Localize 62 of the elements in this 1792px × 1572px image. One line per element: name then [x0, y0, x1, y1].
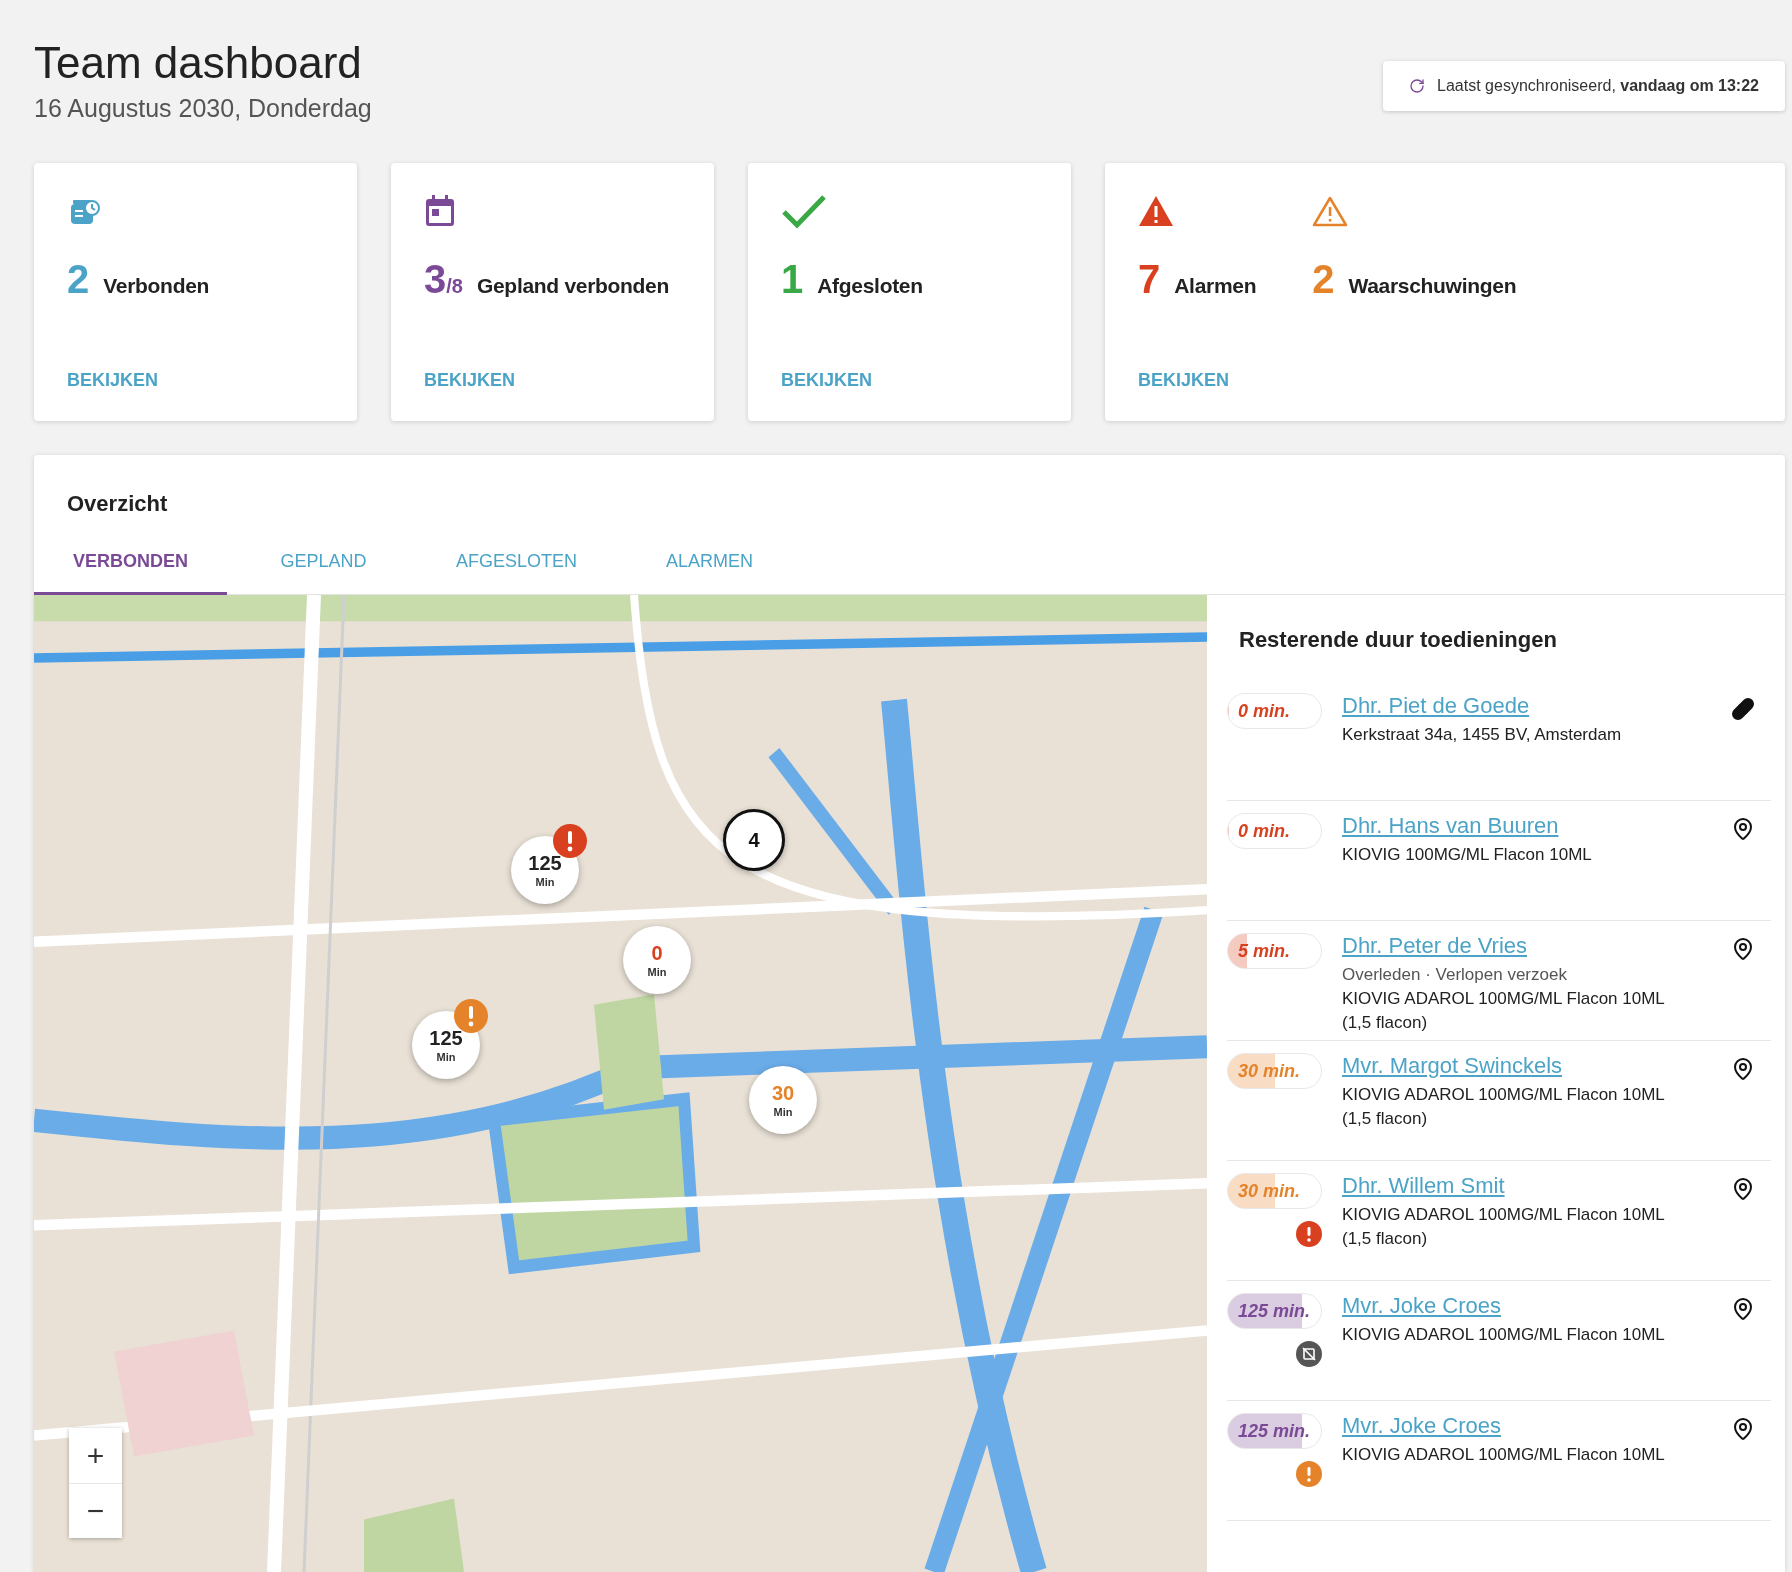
location-pin-icon[interactable]	[1731, 817, 1755, 841]
list-title: Resterende duur toedieningen	[1238, 626, 1558, 654]
stat-value: 3	[424, 257, 447, 302]
duration-text: 0 min.	[1237, 820, 1290, 842]
view-link[interactable]: BEKIJKEN	[1138, 370, 1230, 391]
location-pin-icon[interactable]	[1731, 1177, 1755, 1201]
stat-value: 2	[1312, 257, 1335, 302]
patient-name-link[interactable]: Dhr. Peter de Vries	[1342, 933, 1528, 959]
warning-triangle-icon	[1312, 195, 1349, 227]
location-pin-icon[interactable]	[1731, 1297, 1755, 1321]
duration-text: 125 min.	[1237, 1300, 1311, 1322]
location-pin-icon[interactable]	[1731, 1417, 1755, 1441]
duration-text: 30 min.	[1237, 1180, 1301, 1202]
patient-name-link[interactable]: Mvr. Joke Croes	[1342, 1413, 1501, 1439]
refresh-icon[interactable]	[1409, 78, 1426, 94]
detail-text: (1,5 flacon)	[1342, 1013, 1429, 1033]
location-pin-icon[interactable]	[1731, 1057, 1755, 1081]
stat-label: Gepland verbonden	[476, 274, 670, 298]
sync-status-text: Laatst gesynchroniseerd, vandaag om 13:22	[1437, 77, 1759, 95]
duration-text: 30 min.	[1237, 1060, 1301, 1082]
view-link[interactable]: BEKIJKEN	[67, 370, 159, 391]
zoom-out-button[interactable]: −	[69, 1483, 122, 1538]
location-pin-icon[interactable]	[1731, 937, 1755, 961]
patient-name-link[interactable]: Mvr. Margot Swinckels	[1342, 1053, 1563, 1079]
duration-text: 0 min.	[1237, 700, 1290, 722]
stat-label: Waarschuwingen	[1348, 274, 1517, 298]
stat-label: Alarmen	[1174, 274, 1257, 298]
patient-name-link[interactable]: Dhr. Hans van Buuren	[1342, 813, 1559, 839]
stat-value: 7	[1138, 257, 1161, 302]
warning-triangle-icon	[1138, 195, 1174, 227]
detail-text: KIOVIG ADAROL 100MG/ML Flacon 10ML	[1342, 1325, 1666, 1345]
panel-title: Overzicht	[66, 490, 169, 517]
checkmark-icon	[781, 193, 827, 229]
tab[interactable]: GEPLAND	[227, 551, 420, 595]
detail-text: KIOVIG ADAROL 100MG/ML Flacon 10ML	[1342, 1205, 1666, 1225]
detail-text: KIOVIG ADAROL 100MG/ML Flacon 10ML	[1342, 1085, 1666, 1105]
status-note: Overleden · Verlopen verzoek	[1342, 965, 1568, 985]
detail-text: KIOVIG 100MG/ML Flacon 10ML	[1342, 845, 1593, 865]
detail-text: Kerkstraat 34a, 1455 BV, Amsterdam	[1342, 725, 1623, 745]
tab[interactable]: AFGESLOTEN	[420, 551, 613, 595]
view-link[interactable]: BEKIJKEN	[781, 370, 873, 391]
patient-name-link[interactable]: Dhr. Willem Smit	[1342, 1173, 1505, 1199]
detail-text: KIOVIG ADAROL 100MG/ML Flacon 10ML	[1342, 1445, 1666, 1465]
zoom-in-button[interactable]: +	[69, 1428, 122, 1483]
stat-value: 1	[781, 257, 804, 302]
date-text: 16 Augustus 2030, Donderdag	[34, 94, 372, 123]
patient-name-link[interactable]: Mvr. Joke Croes	[1342, 1293, 1501, 1319]
page-title: Team dashboard	[34, 38, 363, 88]
tab[interactable]: ALARMEN	[613, 551, 806, 595]
duration-text: 5 min.	[1237, 940, 1290, 962]
stat-total: /8	[446, 275, 463, 298]
stat-label: Verbonden	[103, 274, 210, 298]
view-link[interactable]: BEKIJKEN	[424, 370, 516, 391]
detail-text: KIOVIG ADAROL 100MG/ML Flacon 10ML	[1342, 989, 1666, 1009]
stat-label: Afgesloten	[817, 274, 923, 298]
detail-text: (1,5 flacon)	[1342, 1109, 1429, 1129]
detail-text: (1,5 flacon)	[1342, 1229, 1429, 1249]
pill-icon[interactable]	[1731, 697, 1755, 721]
patient-name-link[interactable]: Dhr. Piet de Goede	[1342, 693, 1530, 719]
stat-value: 2	[67, 257, 90, 302]
calendar-icon	[424, 194, 456, 228]
duration-text: 125 min.	[1237, 1420, 1311, 1442]
